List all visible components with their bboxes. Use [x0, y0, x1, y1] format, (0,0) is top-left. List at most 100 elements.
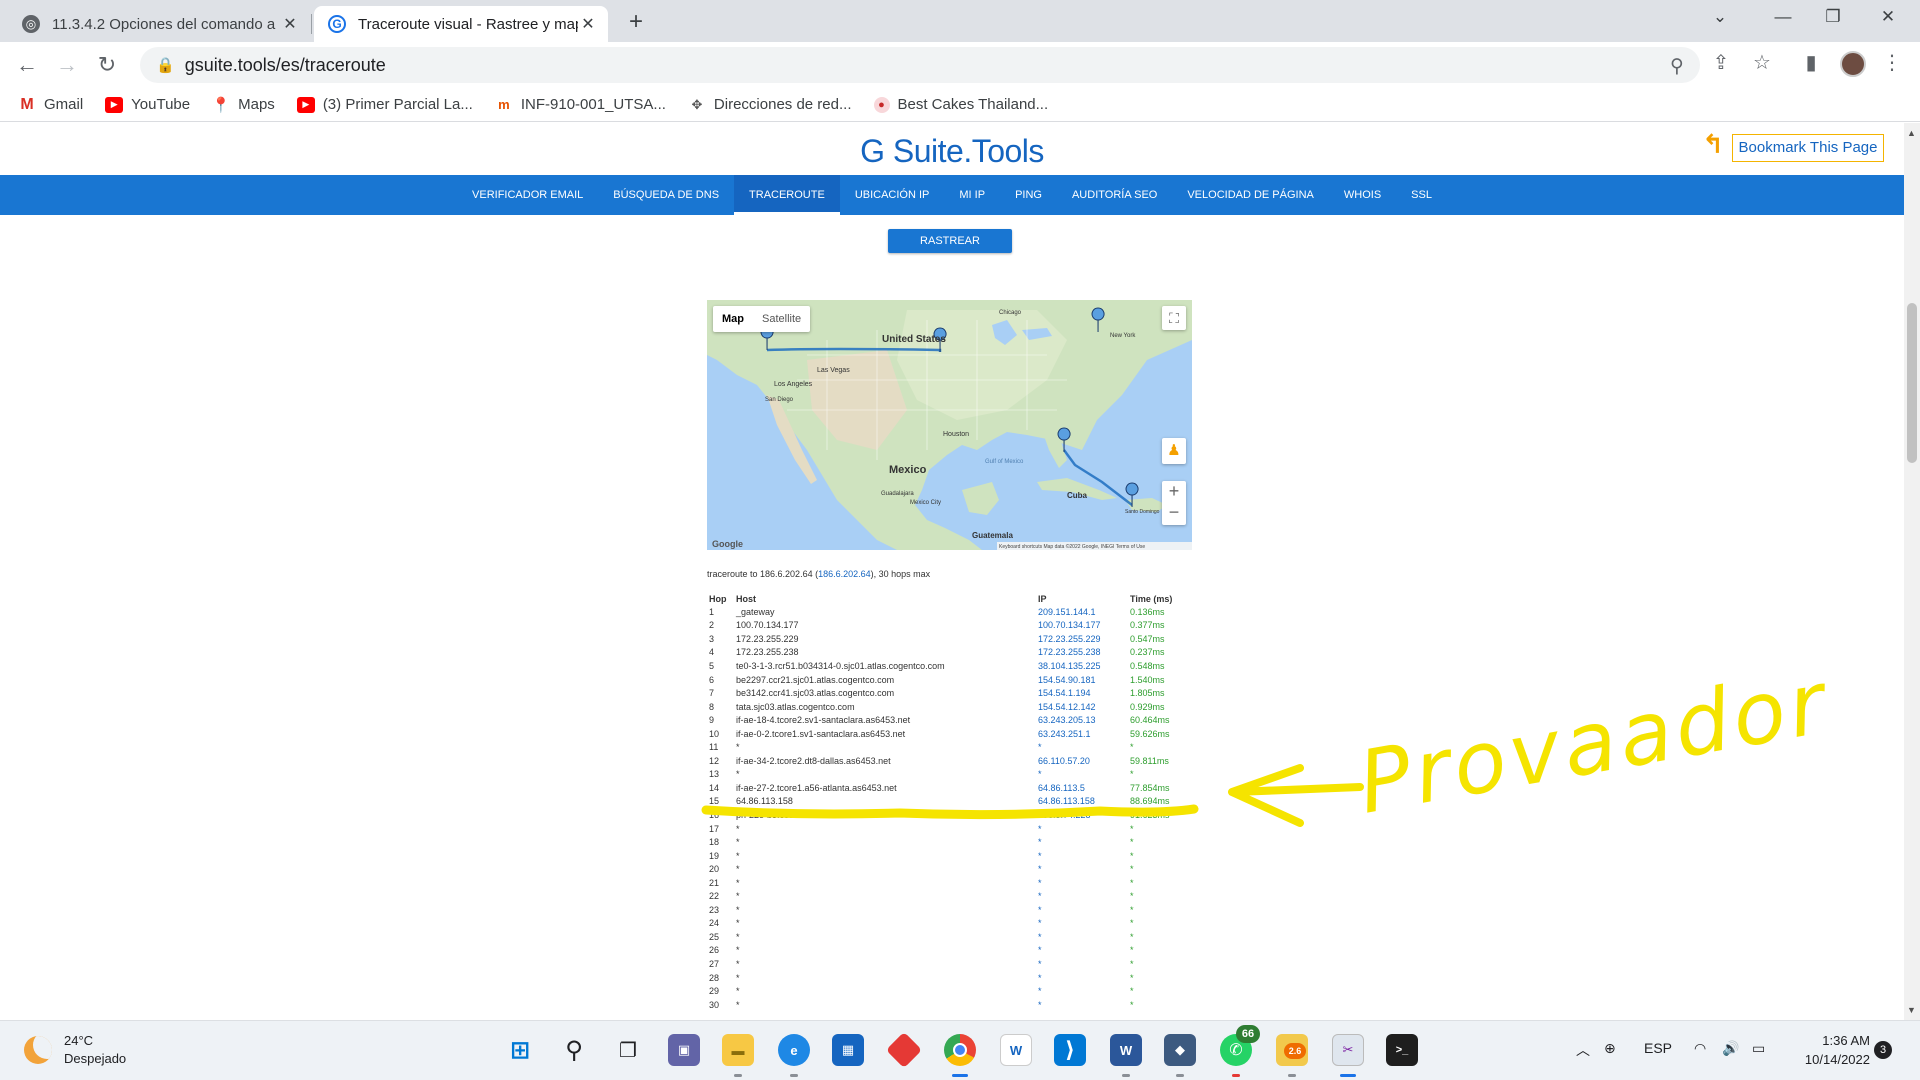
- nav-mi-ip[interactable]: MI IP: [944, 175, 1000, 215]
- nav-velocidad-pagina[interactable]: VELOCIDAD DE PÁGINA: [1172, 175, 1329, 215]
- terminal-icon[interactable]: >_: [1386, 1034, 1418, 1066]
- url-text[interactable]: gsuite.tools/es/traceroute: [185, 55, 386, 76]
- bookmark-direcciones-red[interactable]: ✥ Direcciones de red...: [688, 96, 851, 113]
- nav-ping[interactable]: PING: [1000, 175, 1057, 215]
- snipping-tool-icon[interactable]: ✂: [1332, 1034, 1364, 1066]
- zoom-out-icon[interactable]: −: [1162, 502, 1186, 523]
- tab-opciones-comando[interactable]: ◎ 11.3.4.2 Opciones del comando a ✕: [8, 6, 310, 42]
- hop-ip[interactable]: 64.86.113.158: [1036, 795, 1128, 809]
- traceroute-map[interactable]: United States Mexico Cuba Guatemala Hous…: [707, 300, 1192, 550]
- hop-ip[interactable]: 172.23.255.238: [1036, 646, 1128, 660]
- map-attribution[interactable]: Keyboard shortcuts Map data ©2022 Google…: [999, 543, 1145, 550]
- rastrear-button[interactable]: RASTREAR: [888, 229, 1012, 253]
- nav-ubicacion-ip[interactable]: UBICACIÓN IP: [840, 175, 945, 215]
- close-tab-icon[interactable]: ✕: [578, 14, 598, 34]
- hop-ip[interactable]: 64.86.113.5: [1036, 781, 1128, 795]
- side-panel-icon[interactable]: ▮: [1797, 50, 1825, 75]
- scroll-down-icon[interactable]: ▼: [1907, 1005, 1916, 1015]
- hop-ip: *: [1038, 823, 1042, 834]
- back-icon[interactable]: ←: [12, 50, 42, 80]
- wifi-icon[interactable]: ◠: [1694, 1040, 1706, 1057]
- windows-start-icon[interactable]: ⊞: [504, 1034, 536, 1066]
- notification-badge[interactable]: 3: [1874, 1041, 1892, 1059]
- task-view-icon[interactable]: ❐: [612, 1034, 644, 1066]
- word-icon[interactable]: W: [1110, 1034, 1142, 1066]
- map-type-map[interactable]: Map: [713, 306, 753, 332]
- address-bar[interactable]: 🔒 gsuite.tools/es/traceroute: [140, 47, 1700, 83]
- teams-icon[interactable]: ▣: [668, 1034, 700, 1066]
- new-tab-button[interactable]: +: [622, 8, 650, 36]
- lock-icon[interactable]: 🔒: [156, 56, 175, 74]
- map-canvas[interactable]: United States Mexico Cuba Guatemala Hous…: [707, 300, 1192, 550]
- bookmark-inf-910[interactable]: m INF-910-001_UTSA...: [495, 96, 666, 113]
- close-tab-icon[interactable]: ✕: [280, 14, 300, 34]
- hop-ip[interactable]: 63.243.205.13: [1036, 713, 1128, 727]
- hop-ip[interactable]: 154.54.90.181: [1036, 673, 1128, 687]
- nav-auditoria-seo[interactable]: AUDITORÍA SEO: [1057, 175, 1172, 215]
- nav-busqueda-dns[interactable]: BÚSQUEDA DE DNS: [598, 175, 734, 215]
- tray-network-status-icon[interactable]: ⊕: [1604, 1040, 1616, 1057]
- store-icon[interactable]: ▦: [832, 1034, 864, 1066]
- forward-icon[interactable]: →: [52, 50, 82, 80]
- reload-icon[interactable]: ↻: [92, 50, 122, 80]
- vscode-icon[interactable]: ⟩: [1054, 1034, 1086, 1066]
- battery-icon[interactable]: ▭: [1752, 1040, 1765, 1057]
- minimize-icon[interactable]: —: [1763, 7, 1803, 27]
- map-type-satellite[interactable]: Satellite: [753, 306, 810, 332]
- profile-avatar[interactable]: [1840, 51, 1866, 77]
- search-icon[interactable]: ⚲: [558, 1034, 590, 1066]
- tab-search-icon[interactable]: ⌄: [1700, 7, 1740, 27]
- hop-ip[interactable]: 38.104.135.225: [1036, 659, 1128, 673]
- page-scrollbar[interactable]: ▲ ▼: [1904, 123, 1920, 1020]
- weather-widget[interactable]: 24°C Despejado: [24, 1032, 126, 1068]
- file-explorer-icon[interactable]: ▬: [722, 1034, 754, 1066]
- restore-icon[interactable]: ❐: [1813, 7, 1853, 27]
- bookmark-this-page-button[interactable]: Bookmark This Page: [1732, 134, 1884, 162]
- hop-ip[interactable]: 66.110.57.20: [1036, 754, 1128, 768]
- running-indicator: [1176, 1074, 1184, 1077]
- hop-ip[interactable]: 196.3.74.228: [1036, 808, 1128, 822]
- menu-icon[interactable]: ⋮: [1878, 50, 1906, 75]
- bookmark-youtube[interactable]: ▶ YouTube: [105, 96, 190, 113]
- close-window-icon[interactable]: ✕: [1868, 7, 1908, 27]
- nav-ssl[interactable]: SSL: [1396, 175, 1447, 215]
- hop-ip[interactable]: 154.54.12.142: [1036, 700, 1128, 714]
- clock[interactable]: 1:36 AM 10/14/2022: [1790, 1031, 1870, 1069]
- bookmark-best-cakes[interactable]: ● Best Cakes Thailand...: [873, 96, 1048, 113]
- app-icon-w[interactable]: W: [1000, 1034, 1032, 1066]
- nav-whois[interactable]: WHOIS: [1329, 175, 1396, 215]
- bookmark-star-icon[interactable]: ☆: [1748, 50, 1776, 75]
- volume-icon[interactable]: 🔊: [1722, 1040, 1739, 1057]
- hop-ip[interactable]: 154.54.1.194: [1036, 686, 1128, 700]
- hop-time: *: [1130, 958, 1134, 969]
- zoom-icon[interactable]: ⚲: [1670, 55, 1684, 78]
- bookmark-primer-parcial[interactable]: ▶ (3) Primer Parcial La...: [296, 96, 473, 113]
- hop-row: 27 * * *: [707, 957, 1177, 971]
- hop-ip[interactable]: 209.151.144.1: [1036, 605, 1128, 619]
- language-indicator[interactable]: ESP: [1644, 1040, 1672, 1056]
- chrome-icon[interactable]: [944, 1034, 976, 1066]
- edge-icon[interactable]: e: [778, 1034, 810, 1066]
- pegman-icon[interactable]: ♟: [1162, 438, 1186, 464]
- red-app-icon[interactable]: [885, 1031, 923, 1069]
- tray-chevron-icon[interactable]: ︿: [1576, 1040, 1590, 1060]
- scrollbar-thumb[interactable]: [1907, 303, 1917, 463]
- virtualbox-icon[interactable]: ◆: [1164, 1034, 1196, 1066]
- summary-ip-link[interactable]: 186.6.202.64: [818, 569, 871, 579]
- hop-ip[interactable]: 172.23.255.229: [1036, 632, 1128, 646]
- hop-ip[interactable]: 63.243.251.1: [1036, 727, 1128, 741]
- share-icon[interactable]: ⇪: [1707, 50, 1735, 75]
- hop-ip[interactable]: 100.70.134.177: [1036, 619, 1128, 633]
- bookmark-maps[interactable]: 📍 Maps: [212, 96, 275, 114]
- nav-verificador-email[interactable]: VERIFICADOR EMAIL: [457, 175, 598, 215]
- hop-row: 8 tata.sjc03.atlas.cogentco.com 154.54.12.…: [707, 700, 1177, 714]
- site-logo[interactable]: G Suite.Tools: [0, 133, 1904, 170]
- hop-row: 1 _gateway 209.151.144.1 0.136ms: [707, 605, 1177, 619]
- hop-hop: 3: [709, 633, 715, 644]
- zoom-in-icon[interactable]: +: [1162, 481, 1186, 502]
- tab-traceroute-visual[interactable]: G Traceroute visual - Rastree y map ✕: [314, 6, 608, 42]
- bookmark-gmail[interactable]: M Gmail: [18, 96, 83, 114]
- scroll-up-icon[interactable]: ▲: [1907, 128, 1916, 138]
- fullscreen-icon[interactable]: ⛶: [1162, 306, 1186, 330]
- nav-traceroute[interactable]: TRACEROUTE: [734, 175, 840, 215]
